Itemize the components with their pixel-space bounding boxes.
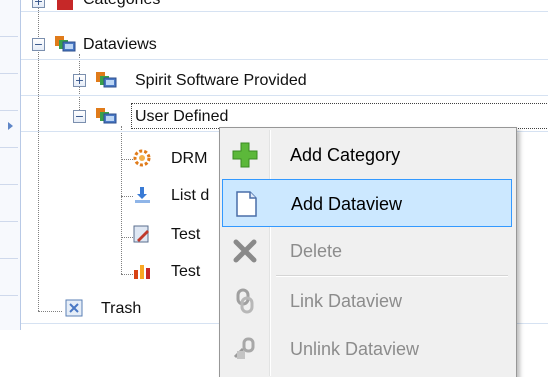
menu-item-label: Link Dataview <box>290 291 403 311</box>
app-window: + Categories − Dataviews <box>0 0 548 377</box>
row-divider <box>21 11 548 12</box>
menu-item-label: Unlink Dataview <box>290 339 420 359</box>
row-divider <box>21 95 548 96</box>
tree-row-dataviews[interactable]: − Dataviews <box>21 30 548 60</box>
left-pane-row[interactable] <box>0 0 18 37</box>
splitter-arrow-icon[interactable] <box>8 122 13 130</box>
collapse-toggle-button[interactable]: − <box>32 38 45 51</box>
expand-toggle-button[interactable]: + <box>73 74 86 87</box>
tree-label: Categories <box>83 0 160 10</box>
pencil-doc-icon <box>131 224 153 244</box>
menu-item-label: Add Dataview <box>291 194 403 214</box>
left-pane-row[interactable] <box>0 148 18 185</box>
menu-item-link-dataview[interactable]: Link Dataview <box>222 277 512 325</box>
left-pane-row[interactable] <box>0 185 18 222</box>
left-pane-row[interactable] <box>0 259 18 296</box>
unlink-icon <box>231 335 259 363</box>
menu-item-add-category[interactable]: Add Category <box>222 131 512 179</box>
expand-toggle-button[interactable]: + <box>32 0 45 8</box>
menu-item-unlink-dataview[interactable]: Unlink Dataview <box>222 325 512 373</box>
tree-label: User Defined <box>135 108 229 125</box>
tree-label: Spirit Software Provided <box>135 72 307 89</box>
context-menu: Add Category Add Dataview Delete Link Da… <box>219 127 517 377</box>
left-pane-row[interactable] <box>0 74 18 111</box>
menu-item-label: Delete <box>290 241 343 261</box>
pin-download-icon <box>131 185 153 205</box>
tree-label: Trash <box>101 300 142 317</box>
tree-row-spirit-software[interactable]: + Spirit Software Provided <box>21 66 548 96</box>
collapse-toggle-button[interactable]: − <box>73 110 86 123</box>
tree-label: DRM <box>171 150 208 167</box>
chart-icon <box>131 261 153 281</box>
left-pane-edge <box>0 0 21 330</box>
menu-item-delete[interactable]: Delete <box>222 227 512 275</box>
link-icon <box>231 287 259 315</box>
tree-label: List d <box>171 187 210 204</box>
document-icon <box>232 190 260 218</box>
left-pane-row[interactable] <box>0 222 18 259</box>
tree-label: Test <box>171 263 201 280</box>
tree-label: Dataviews <box>83 36 157 53</box>
x-icon <box>231 237 259 265</box>
gear-flower-icon <box>131 148 153 168</box>
dataview-folder-icon <box>54 34 76 54</box>
tree-label: Test <box>171 226 201 243</box>
tree-row-categories[interactable]: + Categories <box>21 0 548 12</box>
row-divider <box>21 59 548 60</box>
menu-item-add-dataview[interactable]: Add Dataview <box>222 179 512 227</box>
menu-item-label: Add Category <box>290 145 401 165</box>
trash-icon <box>63 298 85 318</box>
left-pane-row[interactable] <box>0 37 18 74</box>
dataview-folder-icon <box>95 106 117 126</box>
plus-icon <box>231 141 259 169</box>
dataview-folder-icon <box>95 70 117 90</box>
